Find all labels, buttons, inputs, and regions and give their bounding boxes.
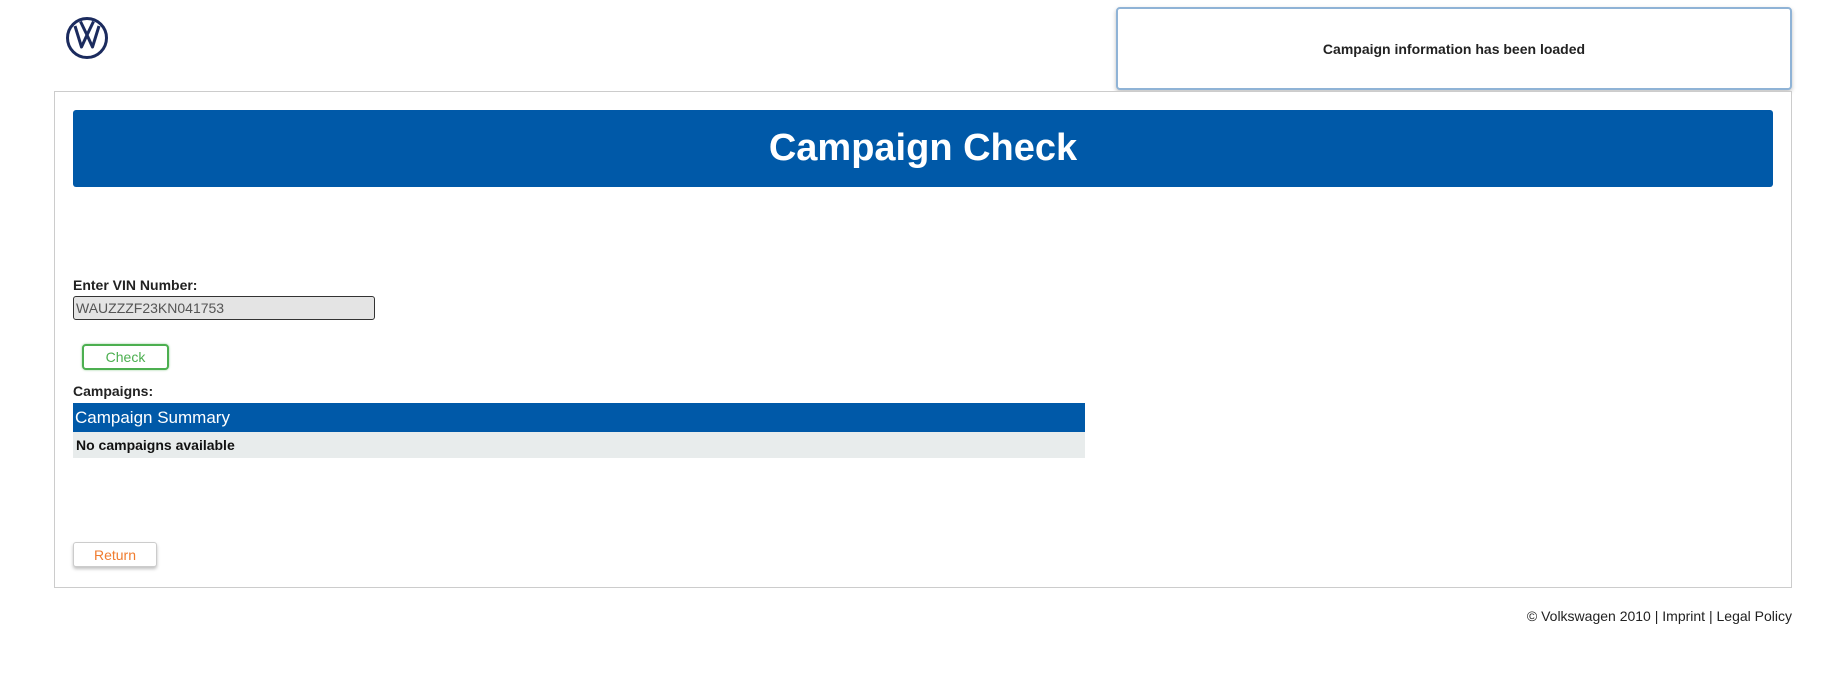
vin-label: Enter VIN Number: [73, 277, 198, 293]
table-row: No campaigns available [73, 432, 1085, 458]
main-panel: Campaign Check Enter VIN Number: Check C… [54, 91, 1792, 588]
toast-message: Campaign information has been loaded [1322, 40, 1586, 57]
legal-policy-link[interactable]: Legal Policy [1717, 608, 1793, 624]
imprint-link[interactable]: Imprint [1662, 608, 1705, 624]
footer: © Volkswagen 2010 | Imprint | Legal Poli… [1527, 608, 1792, 624]
page-header: Campaign Check [73, 110, 1773, 187]
campaign-summary-table: Campaign Summary No campaigns available [73, 403, 1085, 458]
footer-separator: | [1708, 608, 1713, 624]
vin-input[interactable] [73, 296, 375, 320]
copyright-text: © Volkswagen 2010 [1526, 608, 1651, 624]
check-button[interactable]: Check [82, 344, 169, 370]
volkswagen-logo-icon [65, 16, 109, 60]
return-button[interactable]: Return [73, 542, 157, 567]
footer-separator: | [1654, 608, 1659, 624]
notification-toast: Campaign information has been loaded [1116, 7, 1792, 90]
table-header: Campaign Summary [73, 403, 1085, 432]
page-title: Campaign Check [768, 127, 1078, 169]
campaigns-label: Campaigns: [73, 383, 154, 399]
